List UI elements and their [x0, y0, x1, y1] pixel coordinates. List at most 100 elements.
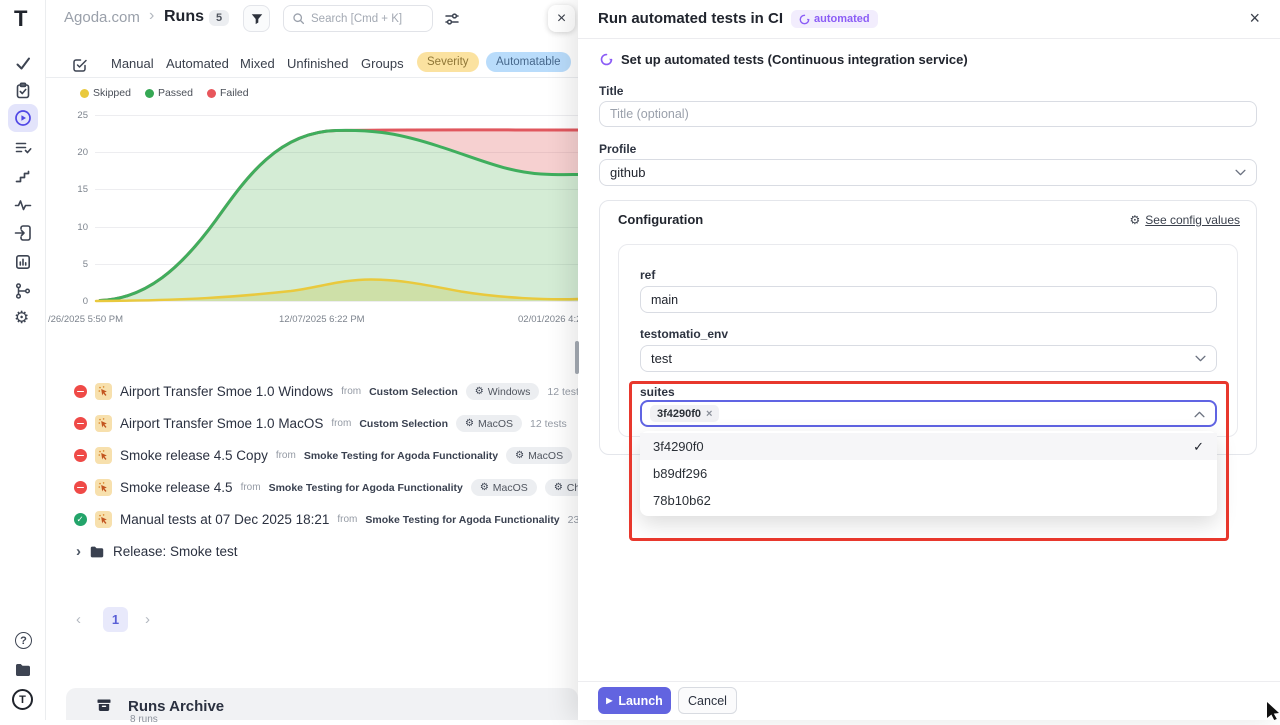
see-config-values-link[interactable]: ⚙ See config values — [1130, 213, 1241, 227]
filter-button[interactable] — [243, 5, 270, 32]
severity-chip[interactable]: Severity — [417, 52, 479, 72]
drawer-footer-divider — [578, 681, 1280, 682]
run-title[interactable]: Airport Transfer Smoe 1.0 Windows — [120, 384, 333, 399]
cancel-button[interactable]: Cancel — [678, 687, 737, 714]
title-field-label: Title — [599, 84, 623, 98]
ref-input[interactable] — [651, 293, 1206, 307]
profile-select[interactable]: github — [599, 159, 1257, 186]
sliders-icon[interactable] — [444, 11, 460, 27]
run-title[interactable]: Smoke release 4.5 Copy — [120, 448, 268, 463]
failed-dot — [207, 89, 216, 98]
legend-failed[interactable]: Failed — [207, 87, 249, 99]
run-title[interactable]: Smoke release 4.5 — [120, 480, 233, 495]
env-value: test — [651, 351, 672, 366]
run-source[interactable]: Smoke Testing for Agoda Functionality — [365, 514, 559, 526]
mouse-cursor — [1266, 702, 1280, 720]
projects-folder-icon[interactable] — [14, 661, 32, 679]
app-logo[interactable]: T — [14, 6, 26, 32]
run-from-label: from — [341, 386, 361, 397]
archive-title[interactable]: Runs Archive — [128, 698, 224, 715]
tab-automated[interactable]: Automated — [166, 56, 229, 71]
help-icon[interactable]: ? — [15, 632, 32, 649]
folder-icon — [89, 544, 105, 560]
legend-skipped[interactable]: Skipped — [80, 87, 131, 99]
release-group-row[interactable]: › Release: Smoke test — [76, 543, 238, 560]
failed-status-icon — [74, 449, 87, 462]
runs-play-icon[interactable] — [14, 109, 32, 127]
panel-close-button[interactable]: × — [548, 5, 575, 32]
pagination-next[interactable]: › — [145, 611, 150, 628]
tab-manual[interactable]: Manual — [111, 56, 154, 71]
import-icon[interactable] — [14, 224, 32, 242]
automatable-chip[interactable]: Automatable — [486, 52, 571, 72]
breadcrumb-project[interactable]: Agoda.com — [64, 9, 140, 26]
failed-status-icon — [74, 417, 87, 430]
search-input[interactable] — [311, 13, 421, 25]
release-group-label[interactable]: Release: Smoke test — [113, 544, 238, 559]
manual-click-icon — [95, 479, 112, 496]
automated-icon — [799, 14, 810, 25]
x-axis-label: 12/07/2025 6:22 PM — [279, 314, 365, 325]
run-source[interactable]: Custom Selection — [369, 386, 458, 398]
dropdown-option[interactable]: 78b10b62 — [640, 487, 1217, 514]
funnel-icon — [250, 12, 264, 26]
pulse-icon[interactable] — [14, 196, 32, 214]
batch-select-icon[interactable] — [72, 57, 88, 73]
list-check-icon[interactable] — [14, 139, 32, 157]
drawer-section-heading: Set up automated tests (Continuous integ… — [600, 52, 968, 67]
report-chart-icon[interactable] — [14, 253, 32, 271]
pagination-prev[interactable]: ‹ — [76, 611, 81, 628]
breadcrumb-separator: › — [149, 7, 154, 25]
table-row[interactable]: Airport Transfer Smoe 1.0 Windows from C… — [74, 383, 584, 400]
run-source[interactable]: Custom Selection — [359, 418, 448, 430]
dropdown-option[interactable]: 3f4290f0 ✓ — [640, 433, 1217, 460]
gear-icon: ⚙ — [475, 386, 484, 397]
title-field[interactable] — [599, 101, 1257, 127]
run-source[interactable]: Smoke Testing for Agoda Functionality — [304, 450, 498, 462]
run-from-label: from — [241, 482, 261, 493]
gear-icon: ⚙ — [554, 482, 563, 493]
check-icon: ✓ — [1193, 439, 1204, 455]
tab-groups[interactable]: Groups — [361, 56, 404, 71]
scrollbar-thumb[interactable] — [575, 341, 579, 374]
manual-click-icon — [95, 383, 112, 400]
branch-icon[interactable] — [14, 282, 32, 300]
launch-button[interactable]: ▶ Launch — [598, 687, 671, 714]
run-title[interactable]: Manual tests at 07 Dec 2025 18:21 — [120, 512, 329, 527]
archive-box-icon — [96, 697, 112, 713]
breadcrumb-section[interactable]: Runs — [164, 8, 204, 26]
search-box[interactable] — [283, 5, 433, 32]
table-row[interactable]: ✓ Manual tests at 07 Dec 2025 18:21 from… — [74, 511, 604, 528]
run-from-label: from — [276, 450, 296, 461]
table-row[interactable]: Airport Transfer Smoe 1.0 MacOS from Cus… — [74, 415, 567, 432]
run-title[interactable]: Airport Transfer Smoe 1.0 MacOS — [120, 416, 323, 431]
tab-mixed[interactable]: Mixed — [240, 56, 275, 71]
legend-passed[interactable]: Passed — [145, 87, 193, 99]
run-source[interactable]: Smoke Testing for Agoda Functionality — [269, 482, 463, 494]
env-select[interactable]: test — [640, 345, 1217, 372]
ref-field[interactable] — [640, 286, 1217, 313]
dropdown-option[interactable]: b89df296 — [640, 460, 1217, 487]
chevron-up-icon[interactable] — [1194, 411, 1205, 418]
settings-gear-icon[interactable]: ⚙ — [14, 309, 32, 327]
table-row[interactable]: Smoke release 4.5 from Smoke Testing for… — [74, 479, 658, 496]
close-icon[interactable]: × — [1249, 8, 1260, 29]
profile-logo-icon[interactable]: T — [12, 689, 33, 710]
tab-unfinished[interactable]: Unfinished — [287, 56, 348, 71]
chip-remove-icon[interactable]: × — [706, 408, 712, 420]
tasks-check-icon[interactable] — [14, 54, 32, 72]
skipped-dot — [80, 89, 89, 98]
profile-value: github — [610, 165, 645, 180]
runs-area-chart: 25 20 15 10 5 0 /26/2025 5:50 PM 12/07/2… — [46, 108, 578, 338]
table-row[interactable]: Smoke release 4.5 Copy from Smoke Testin… — [74, 447, 648, 464]
failed-status-icon — [74, 481, 87, 494]
pagination-page-1[interactable]: 1 — [103, 607, 128, 632]
failed-status-icon — [74, 385, 87, 398]
chevron-right-icon[interactable]: › — [76, 543, 81, 560]
clipboard-check-icon[interactable] — [14, 82, 32, 100]
platform-badge: ⚙MacOS — [506, 447, 572, 464]
title-input[interactable] — [610, 107, 1246, 121]
suites-multiselect[interactable]: 3f4290f0 × — [640, 400, 1217, 427]
steps-icon[interactable] — [14, 167, 32, 185]
selected-suite-chip[interactable]: 3f4290f0 × — [650, 405, 719, 422]
